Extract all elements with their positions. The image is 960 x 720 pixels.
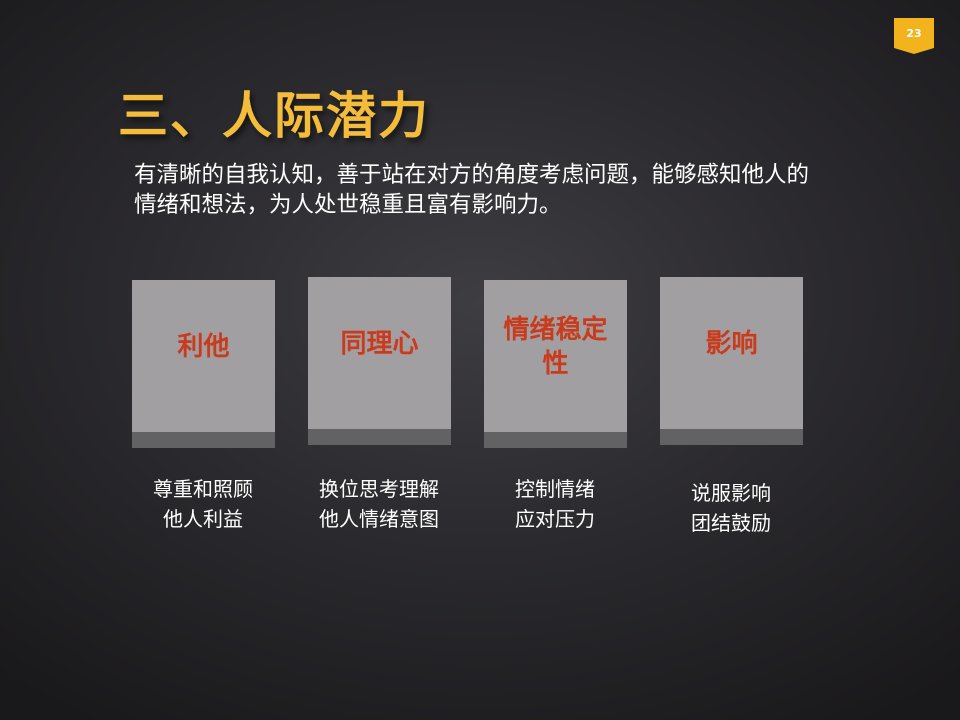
slide-title: 三、人际潜力 [118, 87, 430, 145]
card-label: 情绪稳定性 [503, 315, 608, 379]
card-desc-line: 控制情绪 [515, 477, 595, 501]
card-label: 影响 [705, 329, 758, 359]
card-desc-line: 尊重和照顾 [153, 477, 253, 501]
card-desc-emotional-stability: 控制情绪 应对压力 [460, 474, 650, 534]
card-label: 利他 [177, 332, 230, 362]
card-desc-line: 应对压力 [515, 507, 595, 531]
card-desc-altruism: 尊重和照顾 他人利益 [108, 474, 298, 534]
card-desc-line: 他人情绪意图 [319, 507, 439, 531]
card-desc-empathy: 换位思考理解 他人情绪意图 [284, 474, 474, 534]
card-bar [132, 432, 275, 448]
card-desc-line: 说服影响 [691, 481, 771, 505]
card-desc-line: 他人利益 [163, 507, 243, 531]
card-desc-line: 换位思考理解 [319, 477, 439, 501]
card-desc-line: 团结鼓励 [691, 511, 771, 535]
card-bar [484, 432, 627, 448]
card-bar [660, 429, 803, 445]
card-face: 影响 [660, 277, 803, 429]
intro-paragraph: 有清晰的自我认知，善于站在对方的角度考虑问题，能够感知他人的情绪和想法，为人处世… [134, 162, 810, 218]
card-face: 利他 [132, 280, 275, 432]
card-face: 同理心 [308, 277, 451, 429]
card-desc-influence: 说服影响 团结鼓励 [636, 478, 826, 538]
card-face: 情绪稳定性 [484, 280, 627, 432]
card-emotional-stability: 情绪稳定性 [484, 280, 627, 448]
card-empathy: 同理心 [308, 277, 451, 445]
card-influence: 影响 [660, 277, 803, 445]
card-altruism: 利他 [132, 280, 275, 448]
page-number-badge: 23 [894, 18, 934, 54]
card-bar [308, 429, 451, 445]
card-label: 同理心 [340, 329, 419, 359]
